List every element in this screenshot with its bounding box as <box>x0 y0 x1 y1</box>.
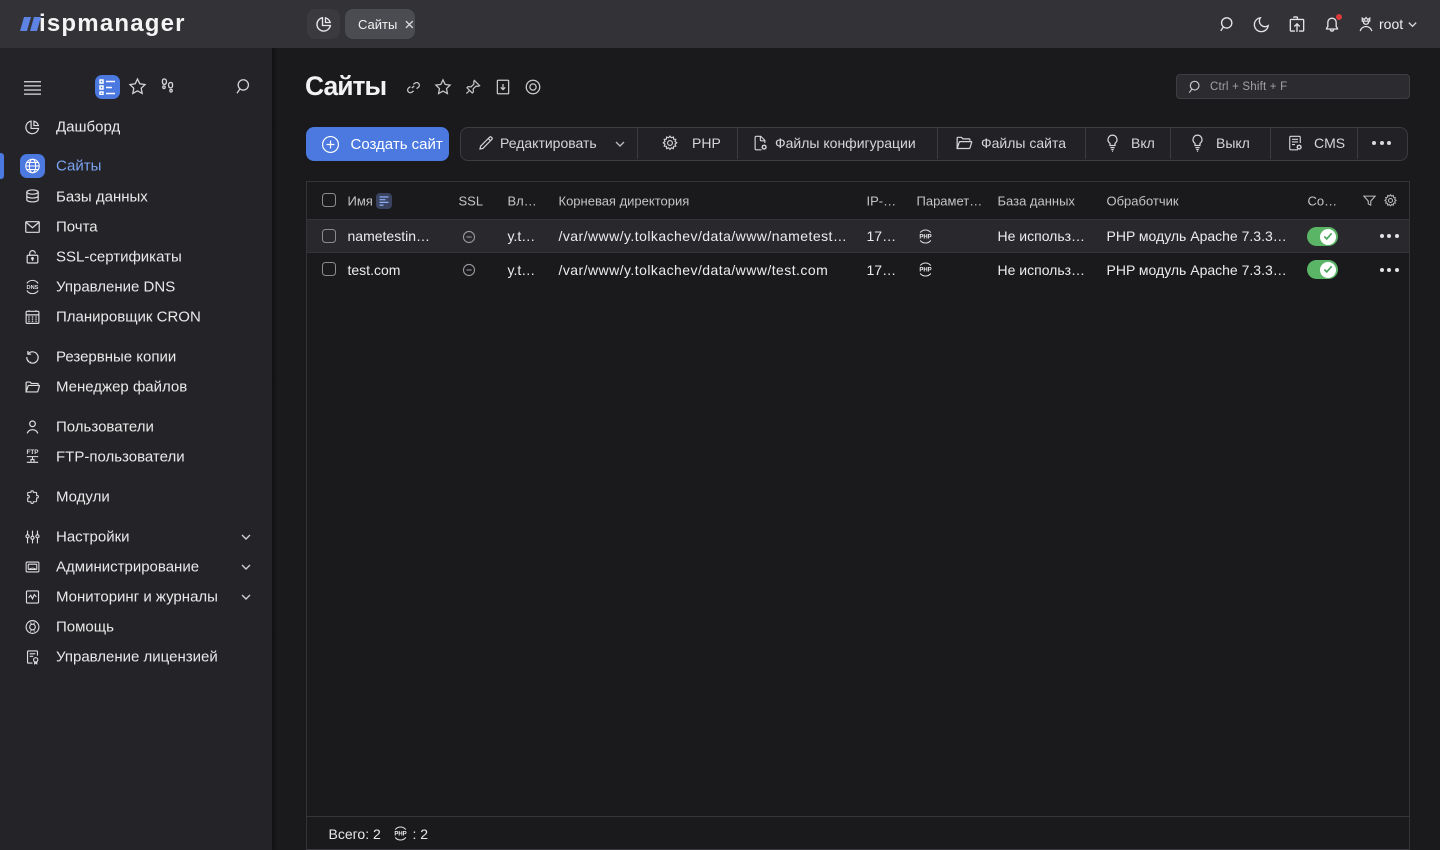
svg-text:PHP: PHP <box>394 831 406 837</box>
svg-text:DNS: DNS <box>27 285 39 291</box>
svg-text:PHP: PHP <box>919 268 931 274</box>
svg-text:FTP: FTP <box>26 449 39 456</box>
svg-text:PHP: PHP <box>919 235 931 241</box>
